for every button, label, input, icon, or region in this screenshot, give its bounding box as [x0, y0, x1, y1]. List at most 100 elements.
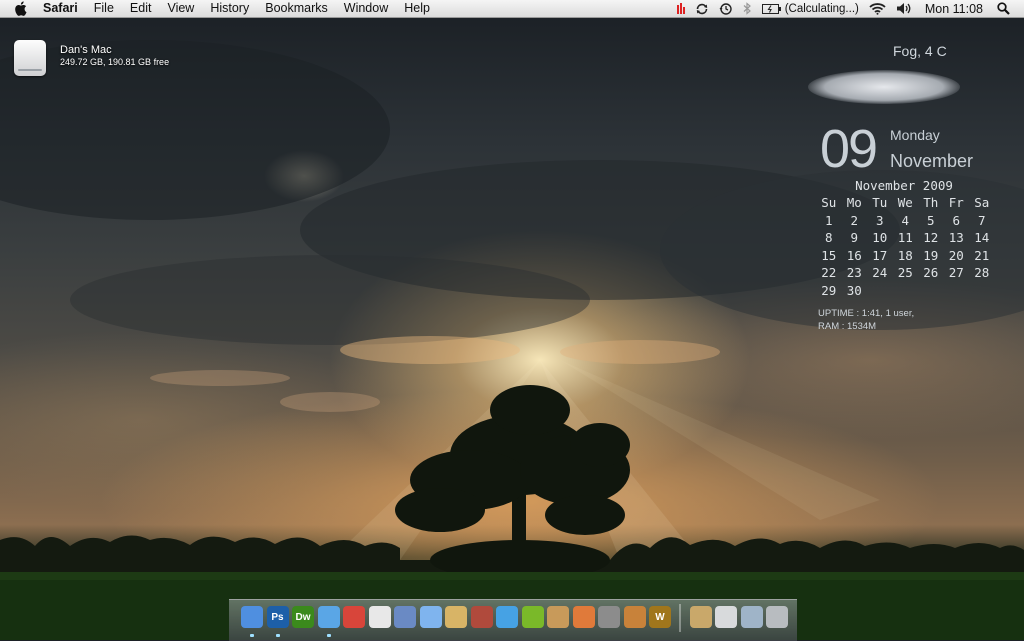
dock-separator — [678, 604, 681, 632]
calendar-day: 12 — [923, 230, 939, 245]
dock-icon-label: Ps — [271, 611, 284, 623]
calendar-day: 18 — [897, 247, 913, 263]
weekday-label: We — [897, 195, 913, 210]
weather-text: Fog, 4 C — [893, 43, 947, 59]
weekday-label: Fr — [948, 195, 964, 210]
time-machine-icon[interactable] — [714, 0, 738, 17]
running-indicator — [275, 634, 280, 637]
sync-icon[interactable] — [690, 0, 714, 17]
uptime-text: UPTIME : 1:41, 1 user, — [818, 308, 915, 319]
calendar-day: 15 — [821, 247, 837, 263]
weekday-label: Th — [923, 195, 939, 210]
system-info-widget: UPTIME : 1:41, 1 user, RAM : 1534M — [818, 307, 914, 333]
dock-warcraft-icon[interactable]: W — [649, 606, 671, 628]
calendar-day: 2 — [850, 212, 859, 228]
dock-dreamweaver-icon[interactable]: Dw — [292, 606, 314, 628]
dock-finder-icon[interactable] — [241, 606, 263, 637]
calendar-day: 22 — [821, 265, 837, 280]
calendar-week-row: 15 16 17 18 19 20 21 — [816, 248, 992, 266]
apple-menu[interactable] — [0, 0, 39, 17]
calendar-day: 25 — [897, 265, 913, 280]
calendar-day: 28 — [974, 265, 990, 280]
calendar-day: 6 — [952, 212, 961, 228]
calendar-week-row: 29 30 — [816, 283, 992, 301]
date-day-number: 09 — [820, 119, 878, 179]
ram-text: RAM : 1534M — [818, 321, 877, 332]
calendar-day: 7 — [977, 212, 986, 228]
spotlight-icon[interactable] — [992, 0, 1024, 17]
dock-chrome-icon[interactable] — [343, 606, 365, 628]
dock-trash-icon[interactable] — [766, 606, 788, 628]
menu-view[interactable]: View — [159, 0, 202, 17]
running-indicator — [326, 634, 331, 637]
calendar-day — [893, 283, 919, 301]
dock-garageband-icon[interactable] — [623, 606, 646, 628]
calendar-title: November 2009 — [855, 178, 953, 193]
calendar-day: 1 — [824, 212, 833, 228]
menu-clock[interactable]: Mon 11:08 — [917, 0, 992, 17]
menu-bookmarks[interactable]: Bookmarks — [257, 0, 336, 17]
dock: Ps Dw W — [229, 599, 797, 641]
wifi-icon[interactable] — [864, 0, 891, 17]
calendar-day: 11 — [897, 230, 913, 245]
dock-ichat-icon[interactable] — [419, 606, 442, 628]
dock-downloads-stack-icon[interactable] — [740, 606, 763, 628]
calendar-day: 24 — [872, 265, 888, 280]
battery-icon — [761, 3, 781, 14]
menu-window[interactable]: Window — [336, 0, 396, 17]
menu-help[interactable]: Help — [396, 0, 438, 17]
calendar-day: 19 — [923, 247, 939, 263]
dock-imovie-icon[interactable] — [598, 606, 620, 628]
date-month: November — [890, 151, 974, 171]
status-menus: (Calculating...) Mon 11:08 — [672, 0, 1024, 17]
calendar-week-row: 8 9 10 11 12 13 14 — [816, 230, 992, 248]
calendar-day: 26 — [923, 265, 939, 280]
dock-image-capture-icon[interactable] — [572, 606, 595, 628]
calendar-day: 30 — [846, 282, 862, 298]
apple-icon — [15, 1, 27, 16]
calendar-day: 5 — [926, 212, 935, 228]
app-menu-safari[interactable]: Safari — [39, 0, 86, 17]
weekday-label: Mo — [846, 195, 862, 210]
dock-itunes-icon[interactable] — [496, 606, 518, 628]
dock-preview-icon[interactable] — [394, 606, 416, 628]
drive-label: Dan's Mac 249.72 GB, 190.81 GB free — [60, 40, 169, 76]
battery-status-text: (Calculating...) — [784, 2, 859, 15]
hard-drive-icon[interactable] — [14, 40, 46, 76]
calendar-day — [867, 283, 893, 301]
calendar-day: 8 — [824, 230, 833, 245]
calendar-day: 13 — [948, 230, 964, 245]
calendar-day — [969, 283, 995, 301]
dock-photoshop-icon[interactable]: Ps — [266, 606, 289, 637]
calendar-day: 17 — [872, 247, 888, 263]
menu-history[interactable]: History — [202, 0, 257, 17]
running-indicator — [250, 634, 254, 637]
dock-notes-icon[interactable] — [445, 606, 467, 628]
menu-file[interactable]: File — [86, 0, 122, 17]
drive-capacity: 249.72 GB, 190.81 GB free — [60, 57, 170, 67]
bluetooth-icon[interactable] — [738, 0, 757, 17]
calendar-day: 23 — [846, 265, 862, 280]
dock-address-book-icon[interactable] — [470, 606, 493, 628]
dock-icons: Ps Dw W — [241, 604, 792, 637]
calendar-day: 14 — [974, 230, 990, 245]
desktop-drive[interactable]: Dan's Mac 249.72 GB, 190.81 GB free — [14, 40, 169, 76]
dock-spotify-icon[interactable] — [521, 606, 544, 628]
calendar-week-row: 1 23 45 67 — [816, 213, 992, 231]
weekday-label: Su — [821, 195, 837, 210]
calendar-day: 21 — [974, 247, 990, 263]
battery-status[interactable]: (Calculating...) — [757, 0, 864, 17]
fog-cloud-icon — [808, 70, 960, 104]
activity-indicator-icon[interactable] — [672, 0, 690, 17]
calendar-widget: November 2009 Su Mo Tu We Th Fr Sa 12345… — [816, 178, 992, 300]
dock-drive-icon[interactable] — [715, 606, 737, 628]
menu-edit[interactable]: Edit — [122, 0, 160, 17]
volume-icon[interactable] — [891, 0, 917, 17]
dock-iphoto-icon[interactable] — [547, 606, 569, 628]
calendar-day: 27 — [948, 265, 964, 280]
calendar-day: 10 — [872, 230, 888, 245]
dock-documents-folder-icon[interactable] — [689, 606, 712, 628]
calendar-week-row: 22 23 24 25 26 27 28 — [816, 265, 992, 283]
dock-mouse-icon[interactable] — [368, 606, 391, 628]
dock-safari-icon[interactable] — [317, 606, 340, 637]
